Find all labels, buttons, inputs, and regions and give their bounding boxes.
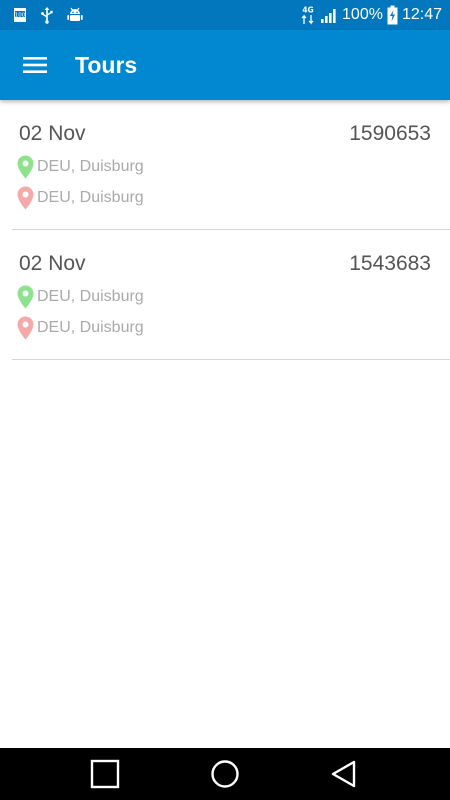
destination-pin-icon xyxy=(17,186,34,210)
mobile-data-icon: 4G xyxy=(300,5,316,25)
svg-text:100: 100 xyxy=(15,12,26,18)
tour-list-item[interactable]: 02 Nov 1543683 DEU, Duisburg DEU, Duisbu… xyxy=(0,230,450,360)
destination-row: DEU, Duisburg xyxy=(17,186,144,210)
tour-date: 02 Nov xyxy=(19,122,86,145)
origin-location: DEU, Duisburg xyxy=(37,158,144,175)
app-bar: Tours xyxy=(0,30,450,100)
recent-apps-button[interactable] xyxy=(45,748,165,800)
back-icon xyxy=(331,760,356,788)
android-debug-icon xyxy=(66,6,84,24)
tour-list-item[interactable]: 02 Nov 1590653 DEU, Duisburg DEU, Duisbu… xyxy=(0,100,450,230)
signal-icon xyxy=(320,6,338,24)
usb-icon xyxy=(40,6,54,24)
hamburger-menu-icon xyxy=(23,57,47,73)
destination-pin-icon xyxy=(17,316,34,340)
network-type-label: 4G xyxy=(302,6,313,15)
status-time: 12:47 xyxy=(401,6,442,23)
tour-list: 02 Nov 1590653 DEU, Duisburg DEU, Duisbu… xyxy=(0,100,450,360)
home-icon xyxy=(211,760,239,788)
origin-row: DEU, Duisburg xyxy=(17,155,144,179)
page-title: Tours xyxy=(75,51,138,78)
battery-percent: 100% xyxy=(342,6,383,23)
storage-100-icon: 100 xyxy=(12,6,28,24)
status-right-icons: 4G 100% 12:47 xyxy=(296,5,442,25)
tour-date: 02 Nov xyxy=(19,252,86,275)
menu-button[interactable] xyxy=(0,30,70,100)
origin-pin-icon xyxy=(17,155,34,179)
origin-location: DEU, Duisburg xyxy=(37,288,144,305)
destination-row: DEU, Duisburg xyxy=(17,316,144,340)
back-button[interactable] xyxy=(285,748,405,800)
navigation-bar xyxy=(0,748,450,800)
origin-row: DEU, Duisburg xyxy=(17,285,144,309)
status-left-icons: 100 xyxy=(12,6,96,24)
recent-apps-icon xyxy=(90,759,120,789)
status-bar: 100 4G 100% 12:47 xyxy=(0,0,450,30)
battery-charging-icon xyxy=(387,5,398,25)
tour-id: 1590653 xyxy=(349,122,431,145)
destination-location: DEU, Duisburg xyxy=(37,319,144,336)
divider xyxy=(12,359,450,360)
tour-id: 1543683 xyxy=(349,252,431,275)
origin-pin-icon xyxy=(17,285,34,309)
home-button[interactable] xyxy=(165,748,285,800)
destination-location: DEU, Duisburg xyxy=(37,189,144,206)
